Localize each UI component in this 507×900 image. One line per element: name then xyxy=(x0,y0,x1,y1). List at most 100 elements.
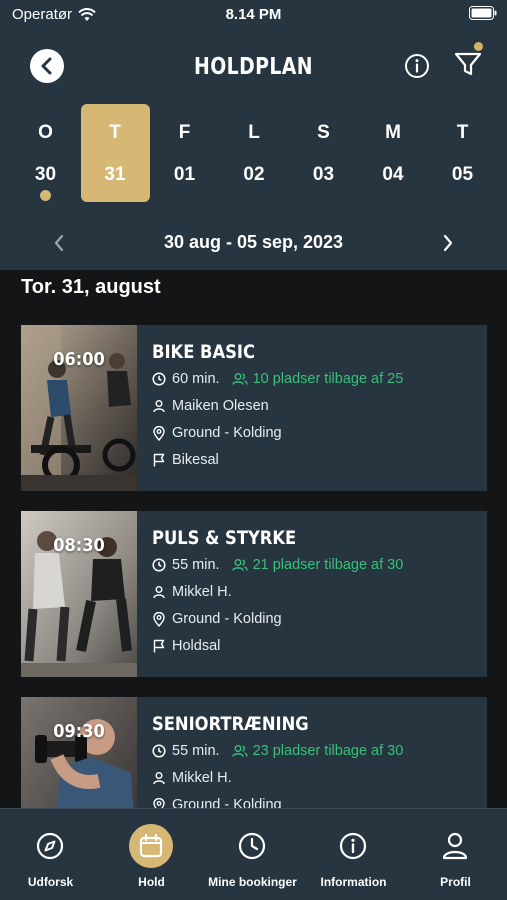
filter-icon xyxy=(454,52,482,76)
day-item[interactable]: O 30 xyxy=(11,104,80,202)
day-item[interactable]: L 02 xyxy=(220,104,289,202)
user-icon xyxy=(153,586,165,599)
nav-header: HOLDPLAN xyxy=(0,40,507,92)
day-letter: F xyxy=(178,122,191,143)
day-number: 30 xyxy=(34,164,57,185)
room-name: Bikesal xyxy=(172,452,219,468)
day-number: 02 xyxy=(243,164,265,185)
day-letter: S xyxy=(317,122,330,143)
calendar-icon xyxy=(139,833,163,858)
class-duration: 55 min. xyxy=(172,557,220,573)
day-item[interactable]: F 01 xyxy=(150,104,219,202)
day-item[interactable]: T 05 xyxy=(428,104,497,202)
tab-mine-bookinger[interactable]: Mine bookinger xyxy=(202,809,303,900)
duration-row: 60 min. 10 pladser tilbage af 25 xyxy=(152,371,403,387)
day-item[interactable]: S 03 xyxy=(289,104,358,202)
room-row: Holdsal xyxy=(152,638,220,654)
class-time: 06:00 xyxy=(53,349,105,370)
seats-available: 10 pladser tilbage af 25 xyxy=(252,371,404,387)
date-heading: Tor. 31, august xyxy=(21,276,161,298)
header-panel: Operatør 8.14 PM HOLDPLAN O 30 T 31 F 01… xyxy=(0,0,507,270)
date-range-nav: 30 aug - 05 sep, 2023 xyxy=(0,228,507,258)
info-button[interactable] xyxy=(403,52,431,80)
instructor-row: Mikkel H. xyxy=(152,584,232,600)
people-icon xyxy=(231,373,248,385)
class-duration: 60 min. xyxy=(172,371,220,387)
clock-icon xyxy=(238,832,266,860)
class-image: 08:30 xyxy=(21,511,137,677)
battery-icon xyxy=(469,6,497,20)
status-bar: Operatør 8.14 PM xyxy=(0,0,507,30)
day-number: 01 xyxy=(173,164,196,185)
clock-icon xyxy=(152,372,166,386)
instructor-name: Mikkel H. xyxy=(172,584,232,600)
flag-icon xyxy=(153,639,165,653)
duration-row: 55 min. 23 pladser tilbage af 30 xyxy=(152,743,403,759)
day-letter: M xyxy=(385,122,401,143)
class-title: SENIORTRÆNING xyxy=(152,713,309,735)
day-item-selected[interactable]: T 31 xyxy=(80,104,150,202)
seats-available: 23 pladser tilbage af 30 xyxy=(252,743,404,759)
page-title: HOLDPLAN xyxy=(193,54,314,80)
has-bookings-dot xyxy=(40,190,51,201)
day-number: 05 xyxy=(451,164,474,185)
clock-icon xyxy=(152,744,166,758)
people-icon xyxy=(231,559,248,571)
class-card[interactable]: 08:30 PULS & STYRKE 55 min. 21 pladser t… xyxy=(21,511,487,677)
user-icon xyxy=(442,832,468,860)
tab-label: Udforsk xyxy=(27,875,74,889)
tab-label: Profil xyxy=(440,875,471,889)
flag-icon xyxy=(153,453,165,467)
instructor-row: Maiken Olesen xyxy=(152,398,269,414)
week-day-selector: O 30 T 31 F 01 L 02 S 03 M 04 T 05 xyxy=(11,104,501,202)
day-item[interactable]: M 04 xyxy=(359,104,428,202)
duration-row: 55 min. 21 pladser tilbage af 30 xyxy=(152,557,403,573)
class-image: 06:00 xyxy=(21,325,137,491)
day-letter: T xyxy=(109,122,121,143)
class-duration: 55 min. xyxy=(172,743,220,759)
filter-button[interactable] xyxy=(451,46,485,80)
day-number: 03 xyxy=(312,164,335,185)
class-title: PULS & STYRKE xyxy=(152,527,297,549)
instructor-name: Maiken Olesen xyxy=(172,398,269,414)
class-time: 09:30 xyxy=(53,721,105,742)
instructor-name: Mikkel H. xyxy=(172,770,232,786)
location-pin-icon xyxy=(153,611,165,627)
chevron-right-icon xyxy=(443,234,453,252)
day-letter: T xyxy=(456,122,469,143)
tab-udforsk[interactable]: Udforsk xyxy=(0,809,101,900)
class-title: BIKE BASIC xyxy=(152,341,255,363)
location-name: Ground - Kolding xyxy=(172,425,282,441)
day-letter: L xyxy=(248,122,260,143)
clock: 8.14 PM xyxy=(225,6,282,23)
tab-hold[interactable]: Hold xyxy=(101,809,202,900)
day-number: 31 xyxy=(104,164,126,185)
class-time: 08:30 xyxy=(53,535,105,556)
tab-label: Information xyxy=(320,875,387,889)
class-card[interactable]: 06:00 BIKE BASIC 60 min. 10 pladser tilb… xyxy=(21,325,487,491)
filter-active-dot xyxy=(474,42,483,51)
clock-icon xyxy=(152,558,166,572)
user-icon xyxy=(153,400,165,413)
seats-available: 21 pladser tilbage af 30 xyxy=(252,557,404,573)
location-row: Ground - Kolding xyxy=(152,425,282,441)
day-number: 04 xyxy=(382,164,404,185)
tab-label: Mine bookinger xyxy=(208,875,297,889)
date-range-label: 30 aug - 05 sep, 2023 xyxy=(163,232,344,252)
room-name: Holdsal xyxy=(172,638,221,654)
people-icon xyxy=(231,745,248,757)
next-week-button[interactable] xyxy=(437,230,459,256)
tab-information[interactable]: Information xyxy=(303,809,404,900)
bottom-tab-bar: Udforsk Hold Mine bookinger Information … xyxy=(0,808,507,900)
info-icon xyxy=(339,832,367,860)
day-letter: O xyxy=(38,122,53,143)
location-name: Ground - Kolding xyxy=(172,611,282,627)
tab-label: Hold xyxy=(138,875,165,889)
location-row: Ground - Kolding xyxy=(152,611,282,627)
tab-profil[interactable]: Profil xyxy=(405,809,506,900)
room-row: Bikesal xyxy=(152,452,219,468)
user-icon xyxy=(153,772,165,785)
location-pin-icon xyxy=(153,425,165,441)
info-icon xyxy=(405,54,429,78)
compass-icon xyxy=(36,832,64,860)
